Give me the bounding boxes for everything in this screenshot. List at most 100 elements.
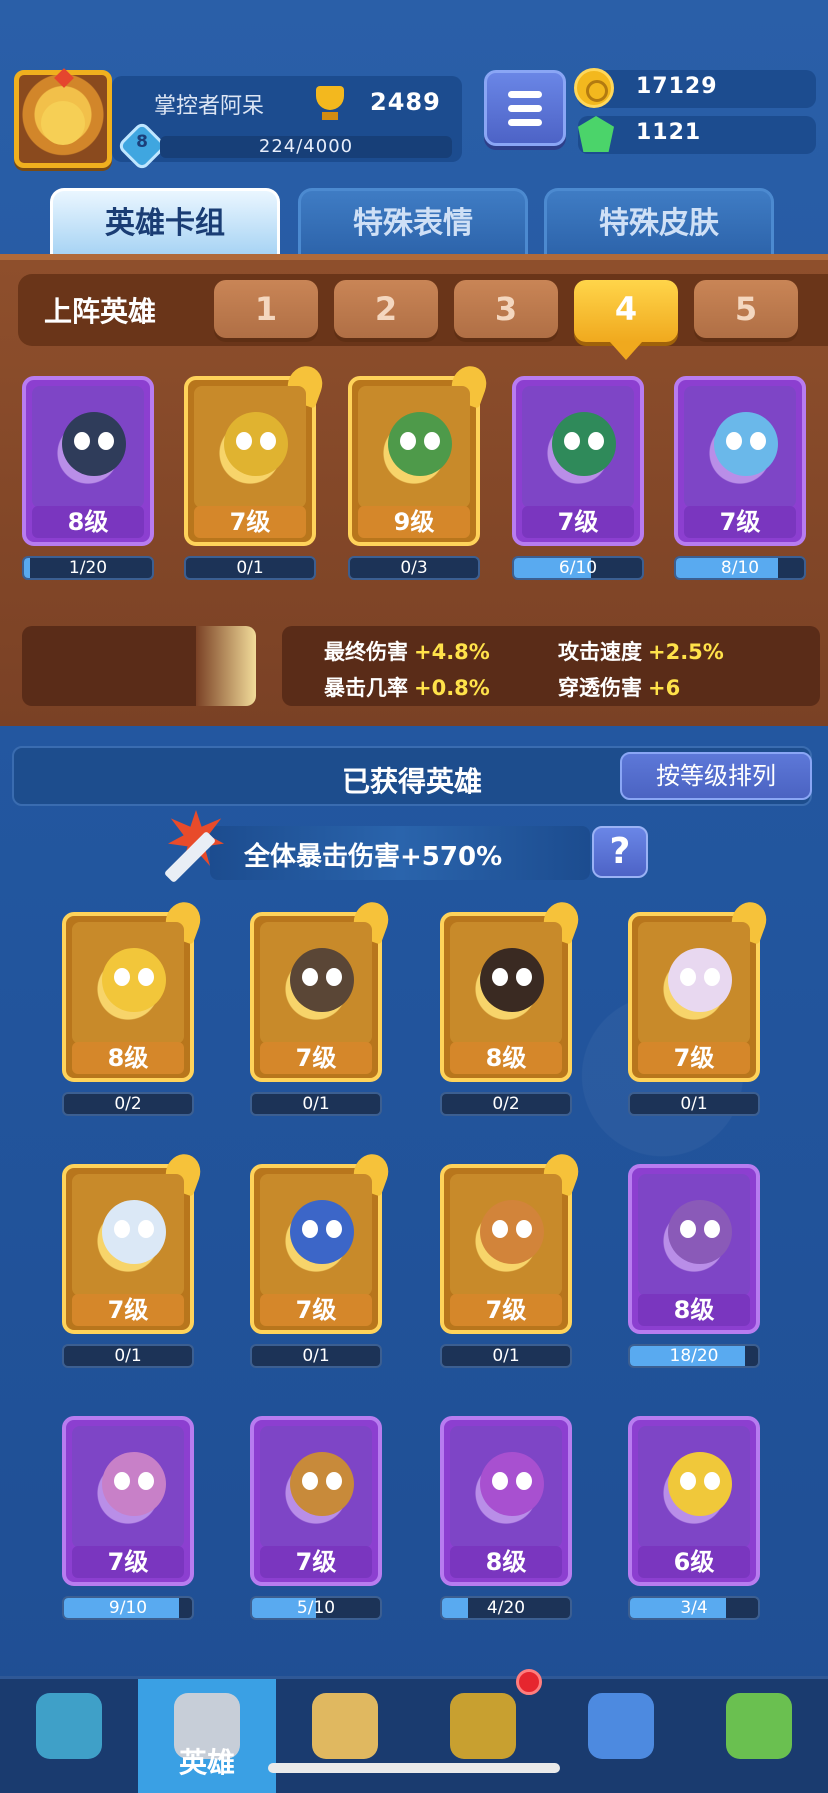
nav-item-3[interactable] [414,1669,552,1793]
gold-amount: 17129 [636,74,718,99]
nav-item-5[interactable] [690,1679,828,1793]
tab-hero-deck[interactable]: 英雄卡组 [50,188,280,254]
progress-text: 0/1 [492,1346,520,1366]
menu-button[interactable] [484,70,566,146]
deck-slot-1[interactable]: 1 [214,280,318,338]
deck-hero-card[interactable]: 9级 [348,376,480,546]
deck-hero-card[interactable]: 7级 [512,376,644,546]
hero-card-progress: 1/20 [22,556,154,580]
progress-text: 0/2 [492,1094,520,1114]
xp-text: 224/4000 [258,136,354,157]
deck-header: 上阵英雄 1 2 3 4 5 [18,274,828,360]
hero-character-icon [552,412,616,476]
friends-banner-icon [588,1693,654,1759]
deck-preview-box [22,626,256,706]
nav-item-0[interactable] [0,1679,138,1793]
obtained-hero-card[interactable]: 8级 [440,912,572,1082]
hero-character-icon [480,1200,544,1264]
progress-text: 9/10 [108,1598,148,1618]
gem-resource[interactable]: 1121 [578,116,816,154]
deck-slot-5[interactable]: 5 [694,280,798,338]
tab-bar: 英雄卡组 特殊表情 特殊皮肤 [0,188,828,254]
deck-hero-card[interactable]: 8级 [22,376,154,546]
hero-character-icon [668,948,732,1012]
hero-portrait [260,1426,372,1548]
obtained-hero-card[interactable]: 8级 [628,1164,760,1334]
stat-attack-speed: 攻击速度 +2.5% [558,640,724,664]
obtained-hero-card[interactable]: 6级 [628,1416,760,1586]
deck-slot-3[interactable]: 3 [454,280,558,338]
notification-dot [516,1669,542,1695]
hero-level: 6级 [638,1546,750,1578]
hero-character-icon [480,1452,544,1516]
hero-character-icon [290,1200,354,1264]
hero-portrait [358,386,470,508]
hero-card-progress: 18/20 [628,1344,760,1368]
progress-text: 5/10 [296,1598,336,1618]
hero-card-progress: 0/1 [250,1092,382,1116]
tab-special-skins[interactable]: 特殊皮肤 [544,188,774,254]
hero-card-progress: 0/1 [628,1092,760,1116]
progress-text: 0/1 [236,558,264,578]
progress-text: 1/20 [68,558,108,578]
hero-level: 7级 [72,1546,184,1578]
hero-level: 7级 [522,506,634,538]
nav-item-2[interactable] [276,1679,414,1793]
hero-level: 9级 [358,506,470,538]
obtained-hero-card[interactable]: 7级 [62,1416,194,1586]
hero-card-progress: 0/1 [62,1344,194,1368]
hero-portrait [450,922,562,1044]
menu-line [508,91,542,98]
sword-burst-icon [150,810,230,890]
hero-card-progress: 5/10 [250,1596,382,1620]
hero-character-icon [224,412,288,476]
hero-card-progress: 8/10 [674,556,806,580]
hero-character-icon [290,948,354,1012]
obtained-hero-card[interactable]: 7级 [628,912,760,1082]
player-avatar[interactable] [14,68,112,168]
deck-slot-4[interactable]: 4 [574,280,678,360]
deck-slot-2[interactable]: 2 [334,280,438,338]
gold-coin-icon [574,68,614,108]
hero-character-icon [290,1452,354,1516]
deck-hero-card[interactable]: 7级 [184,376,316,546]
player-level: 8 [136,132,148,152]
hero-card-progress: 9/10 [62,1596,194,1620]
hero-character-icon [714,412,778,476]
sort-by-level-button[interactable]: 按等级排列 [620,752,812,800]
hero-level: 8级 [450,1042,562,1074]
help-button[interactable]: ? [592,826,648,878]
nav-item-1[interactable]: 英雄 [138,1679,276,1793]
hero-portrait [638,922,750,1044]
obtained-hero-card[interactable]: 8级 [62,912,194,1082]
obtained-hero-card[interactable]: 7级 [440,1164,572,1334]
hero-character-icon [668,1452,732,1516]
hero-portrait [260,922,372,1044]
hero-card-progress: 0/2 [440,1092,572,1116]
hero-card-progress: 0/1 [250,1344,382,1368]
menu-line [508,105,542,112]
trophy-count: 2489 [370,88,441,116]
obtained-hero-card[interactable]: 7级 [250,1416,382,1586]
progress-text: 4/20 [486,1598,526,1618]
crit-damage-text: 全体暴击伤害+570% [244,842,503,872]
obtained-hero-card[interactable]: 7级 [62,1164,194,1334]
hero-level: 8级 [450,1546,562,1578]
hero-card-progress: 6/10 [512,556,644,580]
gold-resource[interactable]: 17129 [574,68,816,108]
hero-character-icon [388,412,452,476]
treasure-chest-icon [36,1693,102,1759]
progress-text: 3/4 [680,1598,708,1618]
obtained-hero-card[interactable]: 7级 [250,1164,382,1334]
trophy-icon [308,84,352,124]
hero-level: 7级 [450,1294,562,1326]
nav-item-4[interactable] [552,1679,690,1793]
tab-special-emotes[interactable]: 特殊表情 [298,188,528,254]
deck-panel: 上阵英雄 1 2 3 4 5 8级 1/20 7级 0/1 9级 0/3 7级 6/10 7级 8… [0,254,828,726]
avatar-gem-icon [54,68,74,88]
obtained-hero-card[interactable]: 7级 [250,912,382,1082]
obtained-hero-card[interactable]: 8级 [440,1416,572,1586]
stat-pierce-damage: 穿透伤害 +6 [558,676,681,700]
deck-hero-card[interactable]: 7级 [674,376,806,546]
progress-text: 18/20 [669,1346,719,1366]
